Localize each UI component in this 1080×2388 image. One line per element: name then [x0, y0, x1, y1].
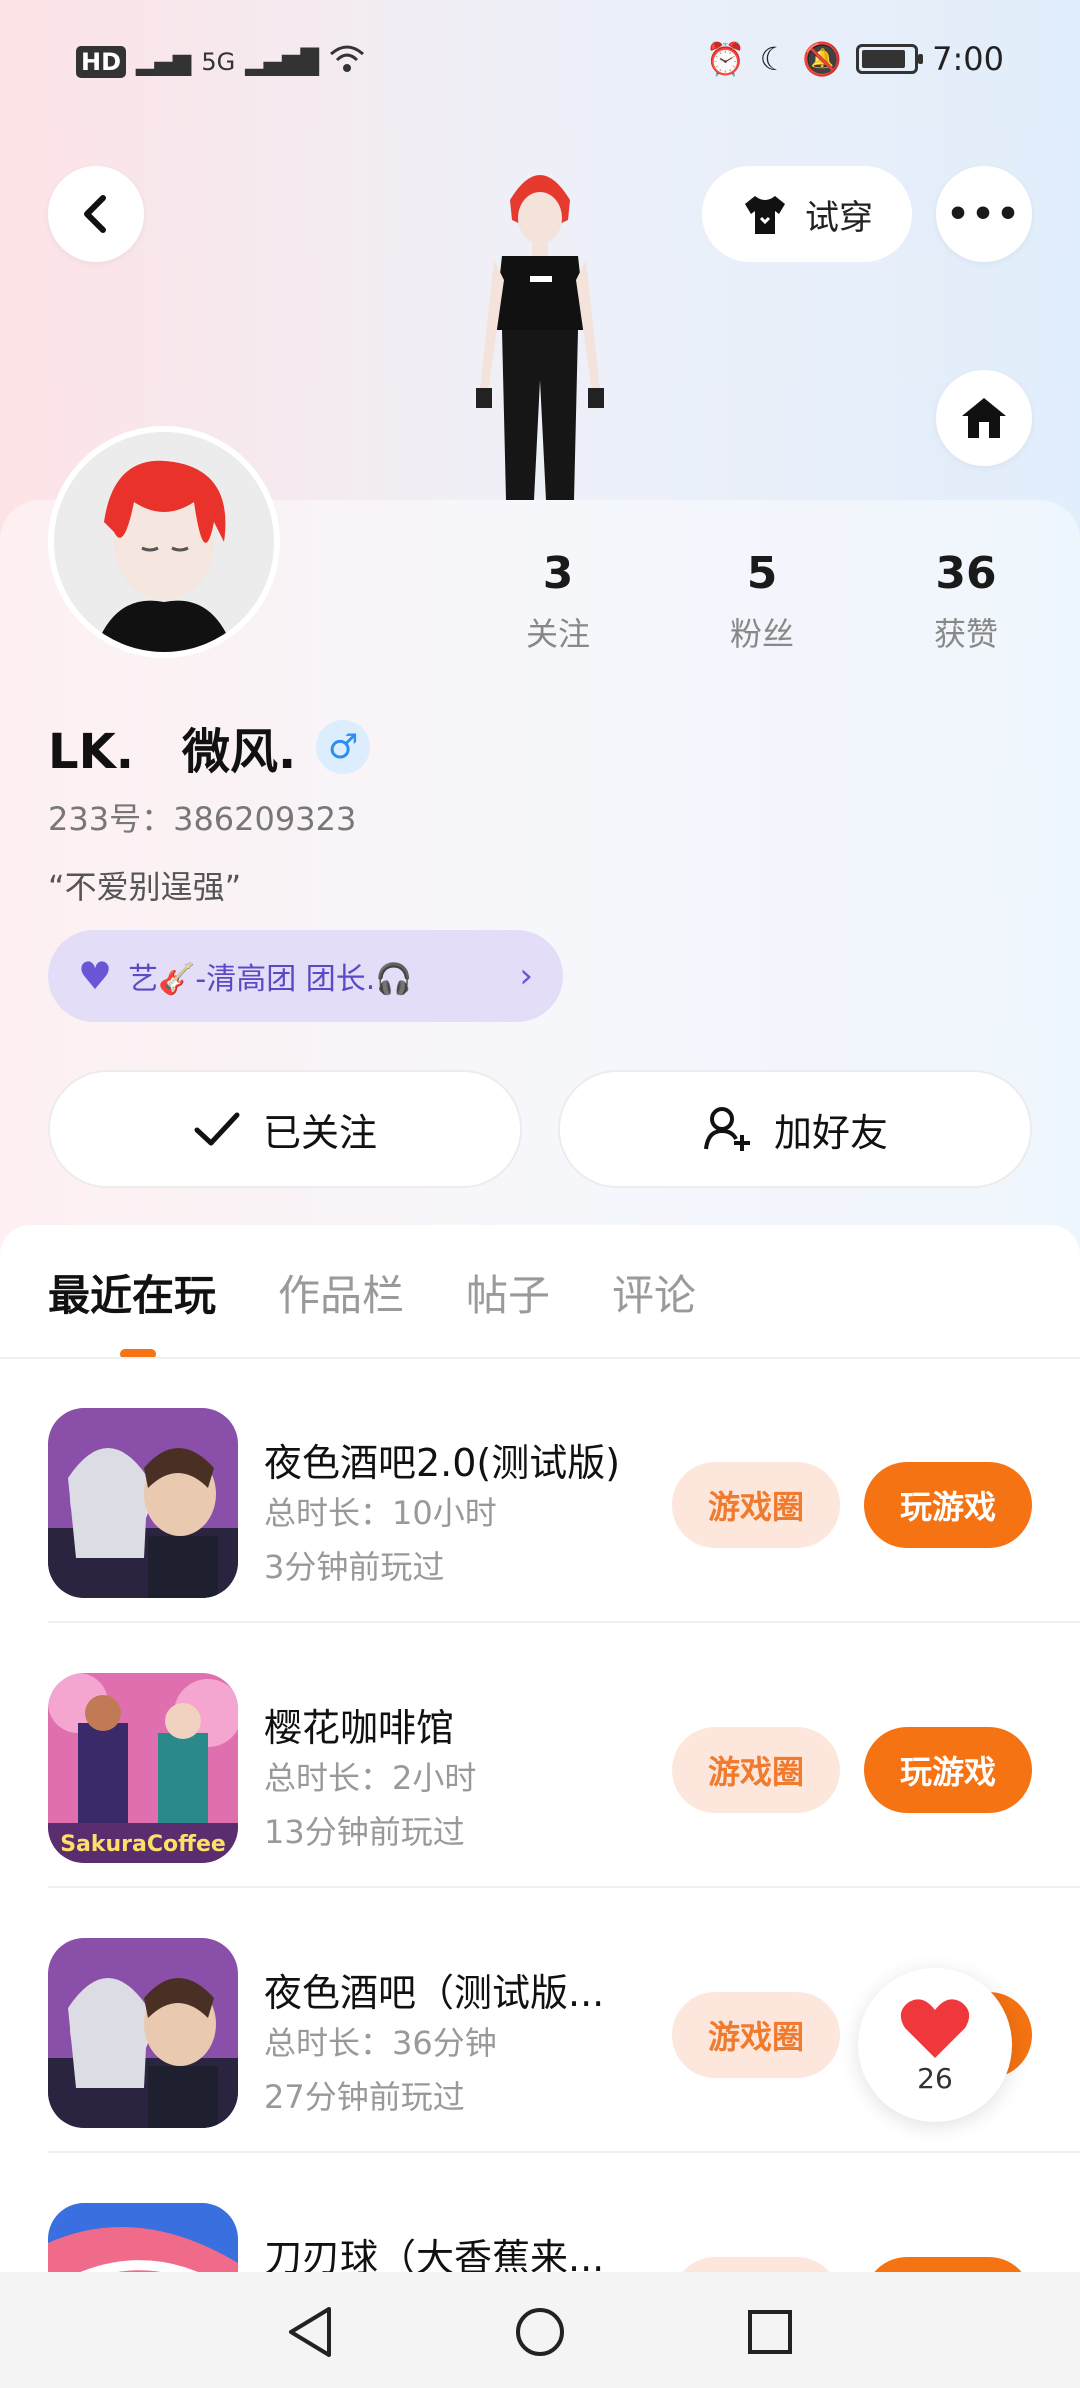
try-on-label: 试穿: [805, 197, 873, 238]
stat-likes[interactable]: 36 获赞: [886, 548, 1046, 655]
game-duration: 总时长：2小时: [264, 1759, 477, 1797]
list-item[interactable]: 夜色酒吧2.0(测试版) 总时长：10小时 3分钟前玩过 游戏圈 玩游戏: [48, 1358, 1080, 1623]
list-item[interactable]: SakuraCoffee 樱花咖啡馆 总时长：2小时 13分钟前玩过 游戏圈 玩…: [48, 1623, 1080, 1888]
fans-label: 粉丝: [729, 615, 794, 653]
game-title: 樱花咖啡馆: [264, 1706, 455, 1750]
nav-home-icon[interactable]: [510, 2302, 570, 2362]
home-button[interactable]: [936, 370, 1032, 466]
tab-recent-play[interactable]: 最近在玩: [48, 1262, 216, 1323]
mute-icon: 🔕: [802, 40, 843, 78]
network-type: 5G: [201, 48, 236, 76]
add-friend-button[interactable]: 加好友: [558, 1070, 1032, 1188]
following-label: 关注: [525, 615, 590, 653]
checkmark-icon: [194, 1112, 240, 1146]
likes-count: 36: [935, 548, 997, 599]
wifi-icon: [329, 44, 365, 80]
status-bar: HD ▂▄▆ 5G ▂▄▆█ ⏰ ☾ 🔕 7:00: [0, 0, 1080, 120]
back-button[interactable]: [48, 166, 144, 262]
chevron-right-icon: ›: [519, 956, 533, 996]
nav-recents-icon[interactable]: [740, 2302, 800, 2362]
game-duration: 总时长：36分钟: [264, 2024, 497, 2062]
moon-icon: ☾: [759, 40, 789, 78]
game-circle-button[interactable]: 游戏圈: [672, 1992, 840, 2078]
game-icon-night-bar: [48, 1408, 238, 1598]
status-right: ⏰ ☾ 🔕 7:00: [706, 40, 1004, 78]
play-game-button[interactable]: 玩游戏: [864, 1727, 1032, 1813]
profile-tabs: 最近在玩 作品栏 帖子 评论: [48, 1262, 696, 1323]
signal-icon-2: ▂▄▆█: [245, 48, 320, 76]
play-game-button[interactable]: 玩游戏: [864, 1462, 1032, 1548]
game-last-played: 3分钟前玩过: [264, 1548, 445, 1586]
followed-button[interactable]: 已关注: [48, 1070, 522, 1188]
tshirt-icon: [745, 196, 785, 234]
followed-label: 已关注: [262, 1110, 377, 1155]
avatar-character: [440, 160, 640, 500]
nav-back-icon[interactable]: [280, 2302, 340, 2362]
house-icon: [962, 398, 1006, 438]
name-row: LK. 微风. ♂: [48, 712, 371, 782]
game-title: 夜色酒吧（测试版...: [264, 1971, 605, 2015]
game-icon-night-bar-test: [48, 1938, 238, 2128]
group-badge[interactable]: ♥ 艺🎸-清高团 团长.🎧 ›: [48, 930, 563, 1022]
male-icon: ♂: [316, 720, 371, 774]
more-icon: •••: [946, 193, 1022, 235]
game-title: 夜色酒吧2.0(测试版): [264, 1441, 621, 1485]
battery-level: [862, 50, 905, 68]
alarm-icon: ⏰: [705, 40, 746, 78]
game-icon-sakura-coffee: SakuraCoffee: [48, 1673, 238, 1863]
add-friend-label: 加好友: [773, 1110, 888, 1155]
chevron-left-icon: [84, 195, 106, 233]
try-on-button[interactable]: 试穿: [702, 166, 912, 262]
tab-comments[interactable]: 评论: [612, 1262, 696, 1323]
clock: 7:00: [932, 40, 1004, 78]
heart-icon: ♥: [78, 954, 113, 998]
user-bio: “不爱别逞强”: [48, 868, 242, 906]
game-last-played: 13分钟前玩过: [264, 1813, 465, 1851]
heart-icon: [900, 1998, 970, 2058]
battery-icon: [856, 44, 924, 74]
game-last-played: 27分钟前玩过: [264, 2078, 465, 2116]
hd-badge: HD: [76, 46, 127, 78]
status-left: HD ▂▄▆ 5G ▂▄▆█: [76, 44, 365, 80]
tab-posts[interactable]: 帖子: [466, 1262, 550, 1323]
stat-following[interactable]: 3 关注: [478, 548, 638, 655]
sakura-logo-text: SakuraCoffee: [60, 1832, 226, 1857]
more-button[interactable]: •••: [936, 166, 1032, 262]
add-user-icon: [703, 1107, 750, 1151]
like-count: 26: [917, 2061, 953, 2095]
tab-works[interactable]: 作品栏: [278, 1262, 404, 1323]
username: LK. 微风.: [48, 724, 297, 780]
group-label: 艺🎸-清高团 团长.🎧: [128, 962, 413, 997]
stat-fans[interactable]: 5 粉丝: [682, 548, 842, 655]
following-count: 3: [542, 548, 574, 599]
likes-label: 获赞: [933, 615, 998, 653]
game-circle-button[interactable]: 游戏圈: [672, 1727, 840, 1813]
signal-icon: ▂▄▆: [136, 48, 192, 76]
user-id: 233号：386209323: [48, 800, 357, 838]
floating-like-button[interactable]: 26: [858, 1968, 1012, 2122]
system-nav-bar: [0, 2272, 1080, 2388]
fans-count: 5: [746, 548, 778, 599]
game-circle-button[interactable]: 游戏圈: [672, 1462, 840, 1548]
game-duration: 总时长：10小时: [264, 1494, 497, 1532]
profile-stats: 3 关注 5 粉丝 36 获赞: [0, 548, 1080, 658]
